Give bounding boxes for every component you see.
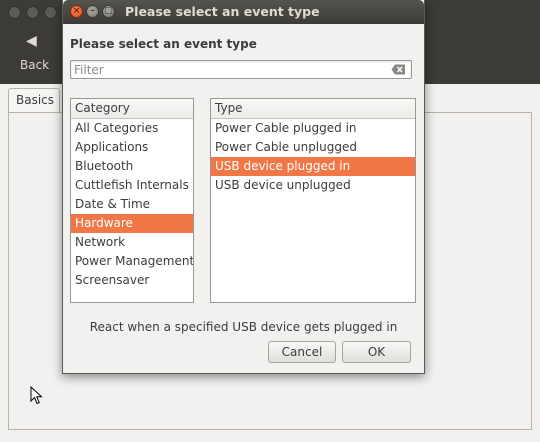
dialog-titlebar: × – □ Please select an event type [63, 0, 424, 24]
tab-basics-label: Basics [16, 93, 55, 107]
bg-maximize-icon[interactable] [44, 6, 57, 19]
category-list-item[interactable]: All Categories [71, 119, 193, 138]
back-button[interactable]: ◀ Back [14, 30, 52, 78]
category-list-item[interactable]: Screensaver [71, 271, 193, 290]
cancel-button[interactable]: Cancel [268, 341, 336, 363]
type-list-item[interactable]: Power Cable plugged in [211, 119, 415, 138]
event-description: React when a specified USB device gets p… [89, 320, 398, 334]
category-list-item[interactable]: Power Management [71, 252, 193, 271]
maximize-button[interactable]: □ [102, 5, 115, 18]
category-list-item[interactable]: Bluetooth [71, 157, 193, 176]
type-list-item[interactable]: USB device unplugged [211, 176, 415, 195]
category-list-item[interactable]: Network [71, 233, 193, 252]
category-list[interactable]: Category All Categories Applications Bluet… [70, 98, 194, 303]
dialog-heading: Please select an event type [70, 37, 257, 51]
mouse-pointer-icon [30, 386, 43, 405]
ok-button[interactable]: OK [342, 341, 411, 363]
clear-icon[interactable] [391, 64, 406, 75]
close-button[interactable]: × [70, 5, 83, 18]
maximize-icon: □ [104, 6, 113, 16]
bg-close-icon[interactable] [8, 6, 21, 19]
dialog-title: Please select an event type [125, 4, 320, 19]
type-list-item[interactable]: Power Cable unplugged [211, 138, 415, 157]
back-arrow-icon: ◀ [26, 33, 37, 49]
type-list-item[interactable]: USB device plugged in [211, 157, 415, 176]
category-list-item[interactable]: Hardware [71, 214, 193, 233]
tab-basics[interactable]: Basics [8, 88, 60, 113]
bg-minimize-icon[interactable] [26, 6, 39, 19]
event-type-dialog: × – □ Please select an event type Please… [62, 0, 425, 374]
category-list-item[interactable]: Cuttlefish Internals [71, 176, 193, 195]
category-list-item[interactable]: Date & Time [71, 195, 193, 214]
minimize-icon: – [90, 6, 95, 16]
minimize-button[interactable]: – [86, 5, 99, 18]
filter-field[interactable] [70, 60, 412, 79]
type-list[interactable]: Type Power Cable plugged in Power Cable u… [210, 98, 416, 303]
close-icon: × [72, 6, 81, 16]
back-label: Back [20, 58, 50, 72]
type-column-header[interactable]: Type [211, 99, 415, 119]
category-list-item[interactable]: Applications [71, 138, 193, 157]
category-column-header[interactable]: Category [71, 99, 193, 119]
filter-input[interactable] [74, 62, 384, 77]
